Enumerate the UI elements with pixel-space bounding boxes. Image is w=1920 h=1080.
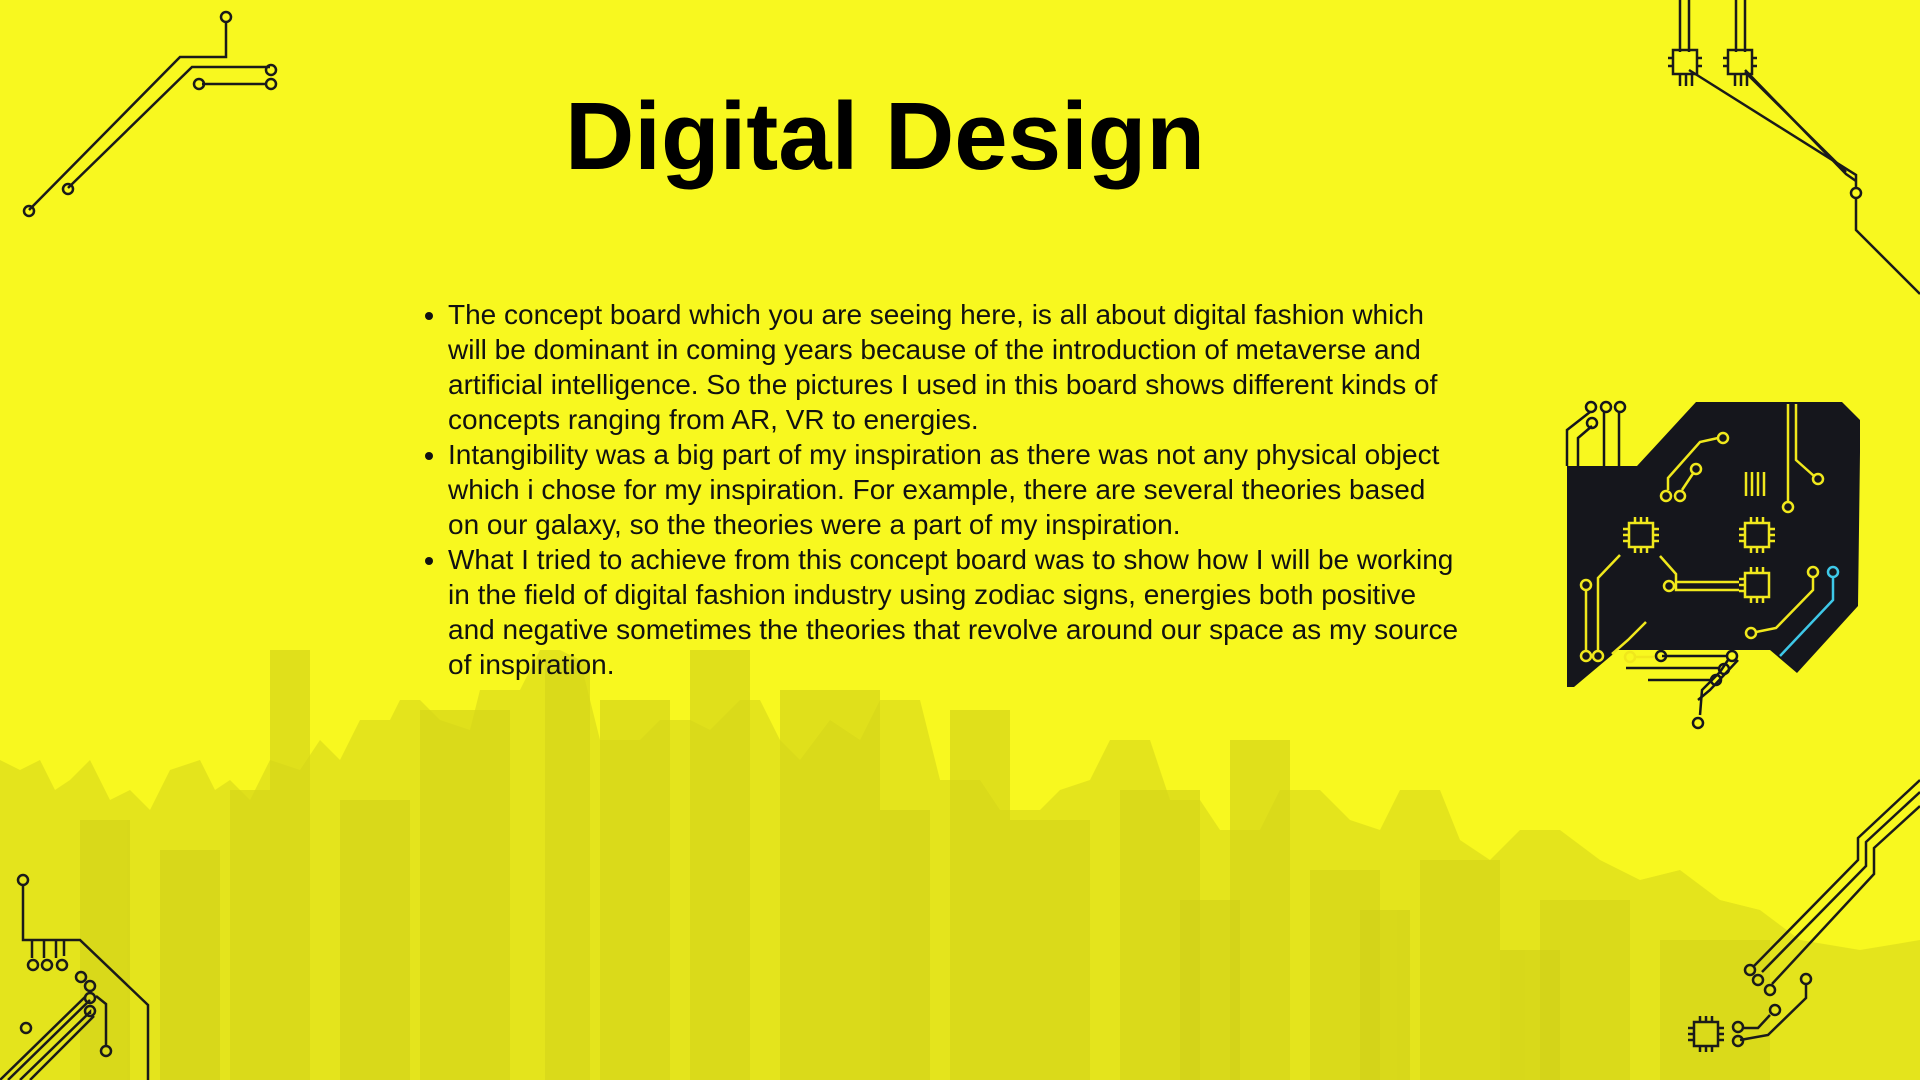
list-item: The concept board which you are seeing h…: [448, 297, 1463, 437]
slide-title: Digital Design: [564, 83, 1206, 190]
bullet-list: The concept board which you are seeing h…: [420, 297, 1463, 682]
list-item: Intangibility was a big part of my inspi…: [448, 437, 1463, 542]
list-item: What I tried to achieve from this concep…: [448, 542, 1463, 682]
slide: Digital Design The concept board which y…: [0, 0, 1920, 1080]
